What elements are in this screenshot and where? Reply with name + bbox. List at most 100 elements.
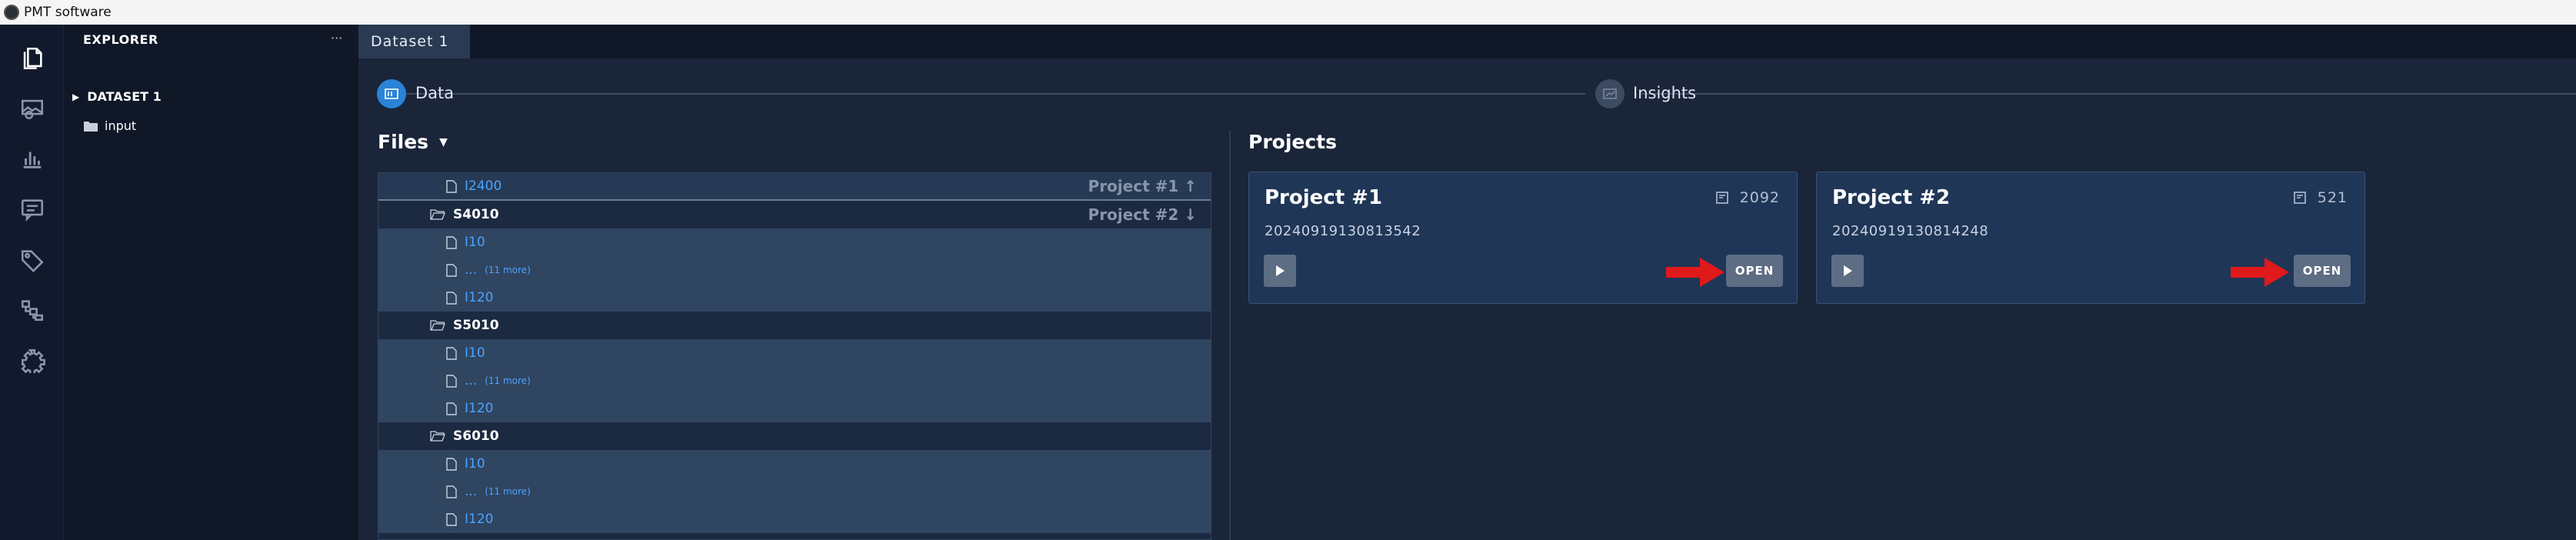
- file-icon: [446, 512, 457, 526]
- window-title: PMT software: [24, 5, 112, 20]
- play-button[interactable]: [1831, 255, 1864, 287]
- file-row-more[interactable]: ... (11 more): [378, 478, 1211, 505]
- step-data[interactable]: [377, 79, 406, 108]
- project-count-value: 521: [2317, 189, 2348, 206]
- tab-bar: Dataset 1: [358, 25, 2576, 58]
- file-name[interactable]: ...: [465, 262, 477, 278]
- file-row-more[interactable]: ... (11 more): [378, 367, 1211, 395]
- file-icon: [446, 179, 457, 193]
- arrow-up-icon: ↑: [1184, 177, 1197, 195]
- panel-divider: [1229, 131, 1231, 540]
- open-button[interactable]: OPEN: [2294, 255, 2351, 287]
- stepper-line-left: [407, 93, 1585, 95]
- folder-row-partial: [378, 533, 1211, 539]
- file-row[interactable]: I120: [378, 284, 1211, 312]
- more-count[interactable]: (11 more): [485, 486, 531, 497]
- project-tag-label: Project #1: [1088, 177, 1179, 195]
- folder-name: S6010: [453, 428, 499, 444]
- project-card-1[interactable]: Project #1 2092 20240919130813542 OPEN: [1248, 172, 1798, 304]
- file-icon: [446, 291, 457, 305]
- insights-step-icon: [1603, 88, 1617, 99]
- explorer-header: EXPLORER: [83, 32, 158, 47]
- window-titlebar: PMT software: [0, 0, 2576, 25]
- project-count: 521: [2293, 189, 2348, 206]
- image-gallery-icon[interactable]: [0, 85, 64, 132]
- file-name[interactable]: I10: [465, 456, 485, 472]
- project-tag-label: Project #2: [1088, 205, 1179, 224]
- input-folder-label: input: [105, 118, 137, 133]
- folder-name: S4010: [453, 207, 499, 222]
- tag-icon[interactable]: [0, 237, 64, 283]
- data-step-icon: [385, 88, 398, 99]
- red-arrow-annotation-icon: [1666, 258, 1725, 287]
- image-count-icon: [1715, 192, 1728, 204]
- folder-name: S5010: [453, 318, 499, 333]
- folder-row[interactable]: S6010: [378, 422, 1211, 450]
- file-row[interactable]: I120: [378, 395, 1211, 422]
- red-arrow-annotation-icon: [2231, 258, 2289, 287]
- file-icon: [446, 402, 457, 415]
- file-name[interactable]: I2400: [465, 178, 502, 194]
- project-timestamp: 20240919130814248: [1832, 223, 1989, 239]
- file-row[interactable]: I10: [378, 450, 1211, 478]
- stepper-line-right: [1641, 93, 2576, 95]
- projects-title: Projects: [1248, 131, 1338, 153]
- folder-row[interactable]: S4010 Project #2 ↓: [378, 201, 1211, 228]
- file-name[interactable]: I120: [465, 290, 493, 305]
- file-icon: [446, 374, 457, 388]
- project-card-2[interactable]: Project #2 521 20240919130814248 OPEN: [1816, 172, 2365, 304]
- file-name[interactable]: ...: [465, 373, 477, 388]
- file-icon: [446, 457, 457, 471]
- files-list[interactable]: I2400 Project #1 ↑ S4010 Project #2 ↓ I1…: [378, 172, 1211, 540]
- files-title[interactable]: Files ▼: [378, 131, 448, 153]
- file-row[interactable]: I10: [378, 339, 1211, 367]
- file-row[interactable]: I120: [378, 505, 1211, 533]
- step-insights-label[interactable]: Insights: [1633, 84, 1696, 102]
- image-count-icon: [2293, 192, 2306, 204]
- settings-icon[interactable]: [0, 337, 64, 383]
- folder-open-icon: [430, 209, 445, 220]
- step-insights[interactable]: [1595, 79, 1625, 108]
- dropdown-caret-icon[interactable]: ▼: [439, 136, 448, 148]
- file-row-more[interactable]: ... (11 more): [378, 256, 1211, 284]
- explorer-panel: EXPLORER ··· ▶ DATASET 1 input: [65, 25, 358, 540]
- project-title: Project #2: [1832, 186, 1951, 209]
- step-data-label[interactable]: Data: [415, 84, 454, 102]
- folder-open-icon: [430, 320, 445, 331]
- file-icon: [446, 485, 457, 498]
- bar-chart-icon[interactable]: [0, 135, 64, 182]
- project-title: Project #1: [1265, 186, 1383, 209]
- project-count-value: 2092: [1739, 189, 1780, 206]
- more-options-icon[interactable]: ···: [331, 31, 342, 45]
- file-row[interactable]: I2400 Project #1 ↑: [378, 173, 1211, 201]
- activity-bar: [0, 25, 64, 540]
- file-name[interactable]: I10: [465, 235, 485, 250]
- messages-icon[interactable]: [0, 186, 64, 232]
- file-name[interactable]: I120: [465, 512, 493, 527]
- file-icon: [446, 263, 457, 277]
- file-icon: [446, 346, 457, 360]
- app-logo-icon: [4, 5, 19, 20]
- workflow-icon[interactable]: [0, 287, 64, 333]
- more-count[interactable]: (11 more): [485, 375, 531, 386]
- folder-icon: [84, 121, 98, 132]
- folder-row[interactable]: S5010: [378, 312, 1211, 339]
- tab-dataset-1[interactable]: Dataset 1: [358, 25, 470, 58]
- folder-open-icon: [430, 431, 445, 442]
- files-icon[interactable]: [0, 35, 64, 82]
- dataset-label: DATASET 1: [87, 89, 162, 104]
- file-icon: [446, 235, 457, 249]
- open-button[interactable]: OPEN: [1726, 255, 1783, 287]
- file-name[interactable]: ...: [465, 484, 477, 499]
- tree-item-input-folder[interactable]: input: [83, 118, 136, 133]
- files-title-label: Files: [378, 131, 429, 153]
- file-name[interactable]: I120: [465, 401, 493, 416]
- caret-right-icon[interactable]: ▶: [72, 92, 79, 102]
- project-count: 2092: [1715, 189, 1780, 206]
- more-count[interactable]: (11 more): [485, 265, 531, 275]
- tree-item-dataset[interactable]: ▶ DATASET 1: [72, 89, 162, 104]
- file-name[interactable]: I10: [465, 345, 485, 361]
- play-button[interactable]: [1264, 255, 1296, 287]
- play-icon: [1844, 265, 1852, 276]
- file-row[interactable]: I10: [378, 228, 1211, 256]
